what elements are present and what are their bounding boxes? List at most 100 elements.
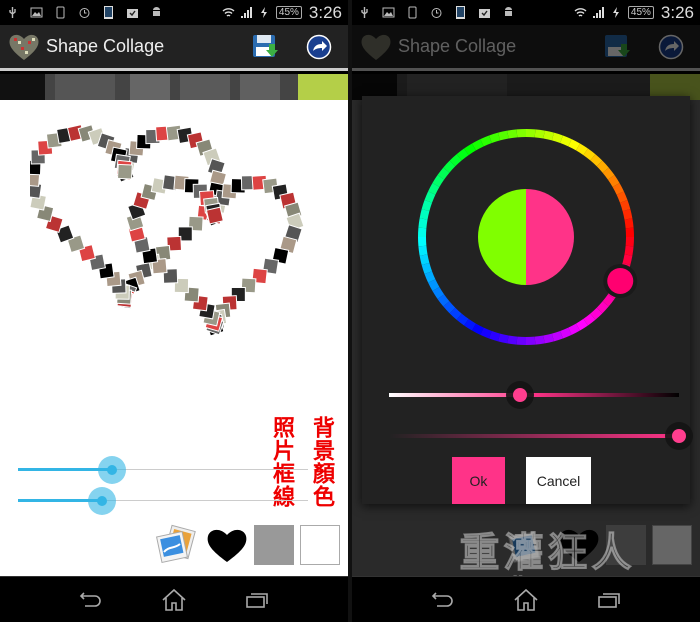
- background-color-label: 背景顏色: [310, 416, 335, 508]
- share-icon[interactable]: [306, 34, 332, 60]
- app-logo-icon: [9, 34, 39, 60]
- border-width-slider[interactable]: [18, 486, 308, 516]
- hue-segment[interactable]: [543, 333, 554, 344]
- slider-thumb[interactable]: [98, 456, 126, 484]
- recent-apps-button[interactable]: [594, 587, 624, 613]
- hue-thumb[interactable]: [607, 267, 634, 294]
- saturation-value-bar[interactable]: [389, 381, 679, 409]
- opacity-bar[interactable]: [389, 422, 693, 450]
- hue-segment[interactable]: [543, 130, 554, 141]
- system-status: 45% 3:26: [574, 3, 694, 23]
- back-button[interactable]: [76, 587, 106, 613]
- hue-wheel[interactable]: [410, 121, 642, 353]
- hue-segment[interactable]: [449, 154, 462, 167]
- home-button[interactable]: [511, 587, 541, 613]
- hue-segment[interactable]: [443, 301, 456, 314]
- hue-segment[interactable]: [456, 313, 469, 326]
- hue-segment[interactable]: [437, 294, 450, 307]
- recent-apps-button[interactable]: [242, 587, 272, 613]
- hue-segment[interactable]: [619, 200, 631, 212]
- battery-level: 45%: [275, 6, 302, 19]
- hue-segment[interactable]: [421, 200, 433, 212]
- hue-segment[interactable]: [424, 271, 436, 283]
- heart-shape-icon[interactable]: [206, 526, 248, 564]
- image-icon: [382, 7, 395, 18]
- hue-segment[interactable]: [480, 135, 492, 147]
- hue-segment[interactable]: [419, 254, 430, 265]
- hue-segment[interactable]: [464, 318, 477, 331]
- ad-banner[interactable]: [0, 74, 348, 100]
- hue-segment[interactable]: [432, 286, 445, 299]
- hue-segment[interactable]: [418, 245, 428, 256]
- hue-segment[interactable]: [449, 307, 462, 320]
- border-color-swatch[interactable]: [254, 525, 294, 565]
- slider-thumb[interactable]: [88, 487, 116, 515]
- system-status: 45% 3:26: [222, 3, 342, 23]
- hue-segment[interactable]: [507, 335, 518, 345]
- hue-segment[interactable]: [596, 160, 609, 173]
- hue-segment[interactable]: [472, 139, 484, 151]
- hue-segment[interactable]: [432, 175, 445, 188]
- hue-segment[interactable]: [480, 327, 492, 339]
- hue-segment[interactable]: [456, 148, 469, 161]
- hue-segment[interactable]: [472, 323, 484, 335]
- hue-segment[interactable]: [622, 209, 633, 220]
- wifi-icon: [222, 8, 235, 17]
- hue-segment[interactable]: [437, 167, 450, 180]
- hue-segment[interactable]: [551, 132, 563, 144]
- saturation-value-thumb[interactable]: [505, 381, 534, 409]
- hue-segment[interactable]: [560, 135, 572, 147]
- hue-segment[interactable]: [507, 129, 518, 139]
- charging-icon: [612, 7, 619, 18]
- hue-segment[interactable]: [575, 143, 588, 156]
- hue-segment[interactable]: [498, 130, 509, 141]
- hue-segment[interactable]: [575, 318, 588, 331]
- hue-segment[interactable]: [622, 254, 633, 265]
- hue-segment[interactable]: [612, 183, 624, 195]
- hue-segment[interactable]: [419, 209, 430, 220]
- hue-segment[interactable]: [560, 327, 572, 339]
- hue-segment[interactable]: [464, 143, 477, 156]
- hue-segment[interactable]: [568, 323, 580, 335]
- hue-segment[interactable]: [418, 218, 428, 229]
- hue-segment[interactable]: [424, 191, 436, 203]
- hue-segment[interactable]: [568, 139, 580, 151]
- hue-segment[interactable]: [534, 129, 545, 139]
- collage-canvas[interactable]: 照片框線 背景顏色: [0, 100, 348, 576]
- usb-icon: [9, 7, 16, 18]
- background-color-swatch[interactable]: [300, 525, 340, 565]
- hue-segment[interactable]: [590, 154, 603, 167]
- back-button[interactable]: [428, 587, 458, 613]
- hue-segment[interactable]: [583, 148, 596, 161]
- hue-segment[interactable]: [602, 294, 615, 307]
- save-icon[interactable]: [252, 34, 278, 60]
- navigation-bar: [352, 576, 700, 622]
- hue-segment[interactable]: [489, 132, 501, 144]
- phone-icon: [56, 6, 65, 19]
- hue-segment[interactable]: [590, 307, 603, 320]
- hue-segment[interactable]: [498, 333, 509, 344]
- home-icon: [162, 588, 186, 611]
- hue-segment[interactable]: [551, 330, 563, 342]
- hue-segment[interactable]: [534, 335, 545, 345]
- hue-segment[interactable]: [624, 245, 634, 256]
- hue-segment[interactable]: [583, 313, 596, 326]
- photos-icon[interactable]: [156, 524, 200, 566]
- hue-segment[interactable]: [443, 160, 456, 173]
- hue-segment[interactable]: [607, 175, 620, 188]
- opacity-thumb[interactable]: [665, 422, 693, 450]
- hue-segment[interactable]: [602, 167, 615, 180]
- ok-button[interactable]: Ok: [452, 457, 505, 504]
- hue-segment[interactable]: [616, 191, 628, 203]
- hue-segment[interactable]: [421, 262, 433, 274]
- hue-segment[interactable]: [428, 279, 440, 291]
- hue-segment[interactable]: [596, 301, 609, 314]
- cancel-button[interactable]: Cancel: [526, 457, 591, 504]
- hue-segment[interactable]: [624, 218, 634, 229]
- hue-segment[interactable]: [489, 330, 501, 342]
- old-color-preview[interactable]: [478, 189, 526, 285]
- hue-segment[interactable]: [428, 183, 440, 195]
- photo-size-slider[interactable]: [18, 455, 308, 485]
- home-button[interactable]: [159, 587, 189, 613]
- android-icon: [153, 7, 160, 16]
